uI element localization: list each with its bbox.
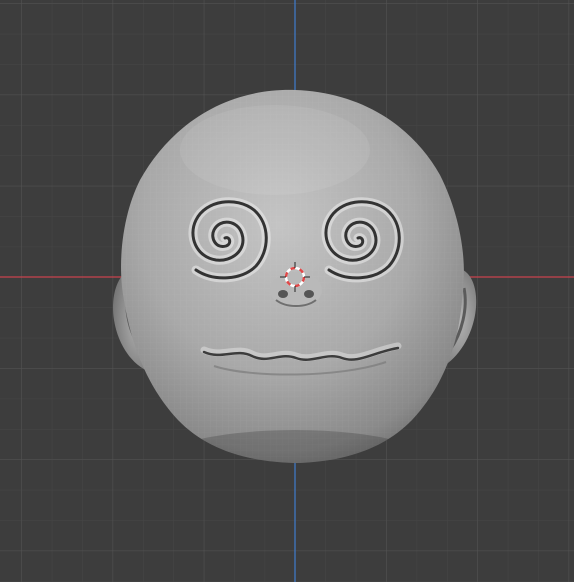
- 3d-viewport[interactable]: [0, 0, 574, 582]
- nose[interactable]: [270, 272, 322, 308]
